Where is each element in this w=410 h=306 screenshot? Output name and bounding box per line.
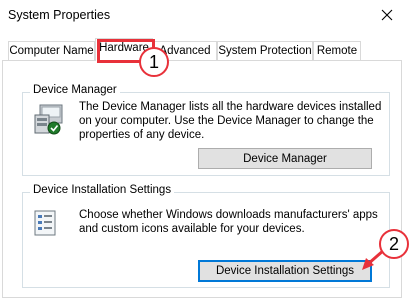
close-icon [381,9,393,21]
device-installation-description: Choose whether Windows downloads manufac… [79,209,378,235]
device-installation-group-label: Device Installation Settings [30,184,175,196]
close-button[interactable] [372,2,402,28]
device-installation-settings-button[interactable]: Device Installation Settings [198,260,372,282]
tab-remote[interactable]: Remote [313,41,361,60]
device-manager-button[interactable]: Device Manager [198,148,372,169]
device-manager-group-label: Device Manager [30,84,120,96]
tab-computer-name[interactable]: Computer Name [8,41,95,60]
callout-1: 1 [139,47,169,77]
window-title: System Properties [8,8,111,22]
device-manager-description: The Device Manager lists all the hardwar… [79,101,382,141]
callout-2: 2 [379,229,409,259]
device-manager-icon [34,104,63,135]
tab-system-protection[interactable]: System Protection [217,41,313,60]
device-settings-icon [34,210,56,236]
